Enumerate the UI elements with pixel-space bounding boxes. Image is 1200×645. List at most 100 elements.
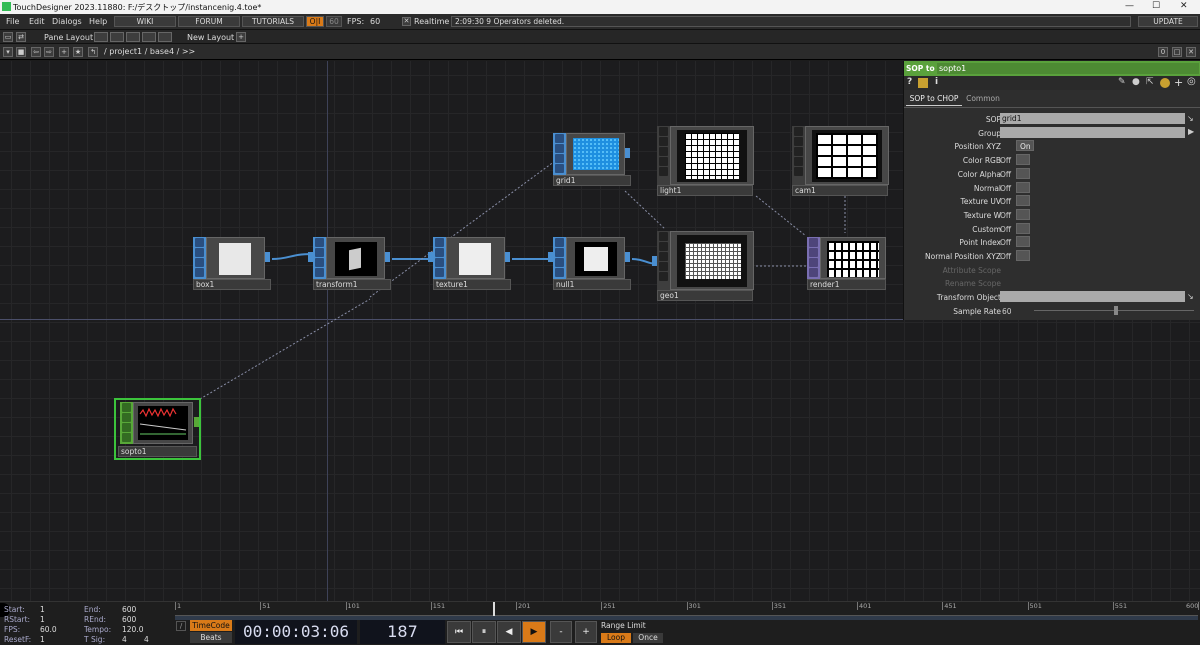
param-toggle-button[interactable] [1016, 208, 1030, 220]
rstart-value[interactable]: 1 [40, 615, 45, 624]
expand-icon[interactable]: ⇱ [1146, 77, 1154, 87]
minimize-button[interactable]: — [1125, 1, 1134, 11]
node-render1[interactable]: render1 [807, 237, 887, 291]
param-toggle-button[interactable] [1016, 181, 1030, 193]
python-help-icon[interactable] [918, 78, 928, 88]
start-value[interactable]: 1 [40, 605, 45, 614]
up-level-icon[interactable]: ↰ [88, 47, 98, 57]
pane-type-icon[interactable]: ■ [16, 47, 26, 57]
comment-icon[interactable]: ● [1132, 77, 1140, 87]
pane-menu-icon[interactable]: ▾ [3, 47, 13, 57]
node-cam1[interactable]: cam1 [792, 126, 889, 200]
add-icon[interactable]: + [1174, 76, 1183, 89]
tsig-numerator[interactable]: 4 [122, 635, 127, 644]
home-icon[interactable]: + [59, 47, 69, 57]
node-box1[interactable]: box1 [193, 237, 273, 291]
param-slider-handle[interactable] [1114, 305, 1118, 315]
app-logo-icon [2, 2, 11, 11]
beats-mode-button[interactable]: Beats [190, 632, 232, 643]
play-backward-button[interactable]: ◀ [497, 621, 521, 643]
pause-button[interactable]: ⏸ [472, 621, 496, 643]
node-transform1[interactable]: transform1 [308, 237, 393, 291]
layout-slot-4[interactable] [142, 32, 156, 42]
bookmark-star-icon[interactable]: ★ [73, 47, 83, 57]
param-toggle-button[interactable] [1016, 250, 1030, 261]
maximize-button[interactable]: ☐ [1152, 1, 1160, 11]
param-field[interactable] [1000, 126, 1185, 138]
timecode-display[interactable]: 00:00:03:06 [235, 620, 357, 644]
param-menu-icon[interactable]: ▶ [1188, 127, 1194, 136]
network-path[interactable]: / project1 / base4 / >> [104, 47, 195, 56]
fps-value[interactable]: 60.0 [40, 625, 57, 634]
end-value[interactable]: 600 [122, 605, 136, 614]
step-forward-button[interactable]: + [575, 621, 597, 643]
loop-button[interactable]: Loop [601, 633, 631, 643]
tab-common[interactable]: Common [964, 94, 1002, 106]
back-icon[interactable]: ⇦ [31, 47, 41, 57]
play-forward-button[interactable]: ▶ [522, 621, 546, 643]
once-button[interactable]: Once [633, 633, 663, 643]
timeline-ruler[interactable]: 1 51 101 151 201 251 301 351 401 451 501 551 600 [175, 602, 1199, 616]
update-button[interactable]: UPDATE [1138, 16, 1198, 27]
zero-badge[interactable]: 0 [1158, 47, 1168, 57]
pane-split-icon[interactable]: ▭ [3, 32, 13, 42]
node-light1[interactable]: light1 [657, 126, 754, 200]
param-field[interactable] [1000, 291, 1185, 303]
pane-link-icon[interactable]: ⇄ [16, 32, 26, 42]
param-toggle-button[interactable] [1016, 195, 1030, 207]
param-label: Transform Object [936, 293, 1001, 303]
tsig-denominator[interactable]: 4 [144, 635, 149, 644]
param-field[interactable]: grid1 [1000, 113, 1185, 124]
tab-sop-to-chop[interactable]: SOP to CHOP [906, 94, 962, 106]
help-icon[interactable]: ? [907, 77, 912, 87]
frame-display[interactable]: 187 [360, 620, 445, 644]
menu-dialogs[interactable]: Dialogs [52, 17, 82, 26]
add-layout-button[interactable]: + [236, 32, 246, 42]
node-texture1[interactable]: texture1 [428, 237, 513, 291]
wiki-button[interactable]: WIKI [114, 16, 176, 27]
perform-toggle-button[interactable]: O|I [306, 16, 324, 27]
layout-slot-1[interactable] [94, 32, 108, 42]
timecode-mode-button[interactable]: TimeCode [190, 620, 232, 631]
layout-slot-2[interactable] [110, 32, 124, 42]
node-null1[interactable]: null1 [548, 237, 633, 291]
close-button[interactable]: ✕ [1180, 1, 1188, 11]
rewind-button[interactable]: ⏮ [447, 621, 471, 643]
menu-help[interactable]: Help [89, 17, 107, 26]
param-drop-icon[interactable]: ↘ [1187, 292, 1194, 301]
tsig-label: T Sig: [84, 635, 106, 644]
tutorials-button[interactable]: TUTORIALS [242, 16, 304, 27]
pane-maximize-icon[interactable]: □ [1172, 47, 1182, 57]
step-back-button[interactable]: - [550, 621, 572, 643]
edit-timeline-icon[interactable]: / [176, 621, 186, 631]
edit-icon[interactable]: ✎ [1118, 77, 1126, 87]
pane-close-icon[interactable]: ✕ [1186, 47, 1196, 57]
info-icon[interactable]: i [935, 77, 938, 87]
tempo-value[interactable]: 120.0 [122, 625, 143, 634]
node-geo1[interactable]: geo1 [652, 231, 754, 305]
param-toggle-button[interactable] [1016, 154, 1030, 166]
rend-value[interactable]: 600 [122, 615, 136, 624]
param-slider-value[interactable]: 60 [1002, 307, 1012, 316]
forum-button[interactable]: FORUM [178, 16, 240, 27]
realtime-checkbox[interactable]: ✕ [402, 17, 411, 26]
node-grid1[interactable]: grid1 [553, 133, 633, 187]
param-toggle-button[interactable] [1016, 167, 1030, 179]
fps-cap-field[interactable]: 60 [326, 16, 342, 27]
node-sopto1[interactable]: sopto1 [114, 398, 201, 460]
param-drop-icon[interactable]: ↘ [1187, 114, 1194, 123]
menu-edit[interactable]: Edit [29, 17, 45, 26]
op-name-field[interactable]: sopto1 [937, 63, 1199, 74]
resetf-value[interactable]: 1 [40, 635, 45, 644]
target-icon[interactable]: ◎ [1187, 76, 1196, 87]
param-toggle-button[interactable] [1016, 222, 1030, 234]
playhead[interactable] [492, 602, 495, 616]
layout-slot-5[interactable] [158, 32, 172, 42]
layout-slot-3[interactable] [126, 32, 140, 42]
menu-bar: File Edit Dialogs Help WIKI FORUM TUTORI… [0, 14, 1200, 30]
python-icon[interactable] [1160, 78, 1170, 88]
param-toggle-button[interactable] [1016, 236, 1030, 248]
forward-icon[interactable]: ⇨ [44, 47, 54, 57]
menu-file[interactable]: File [6, 17, 19, 26]
param-label: Attribute Scope [942, 265, 1001, 275]
